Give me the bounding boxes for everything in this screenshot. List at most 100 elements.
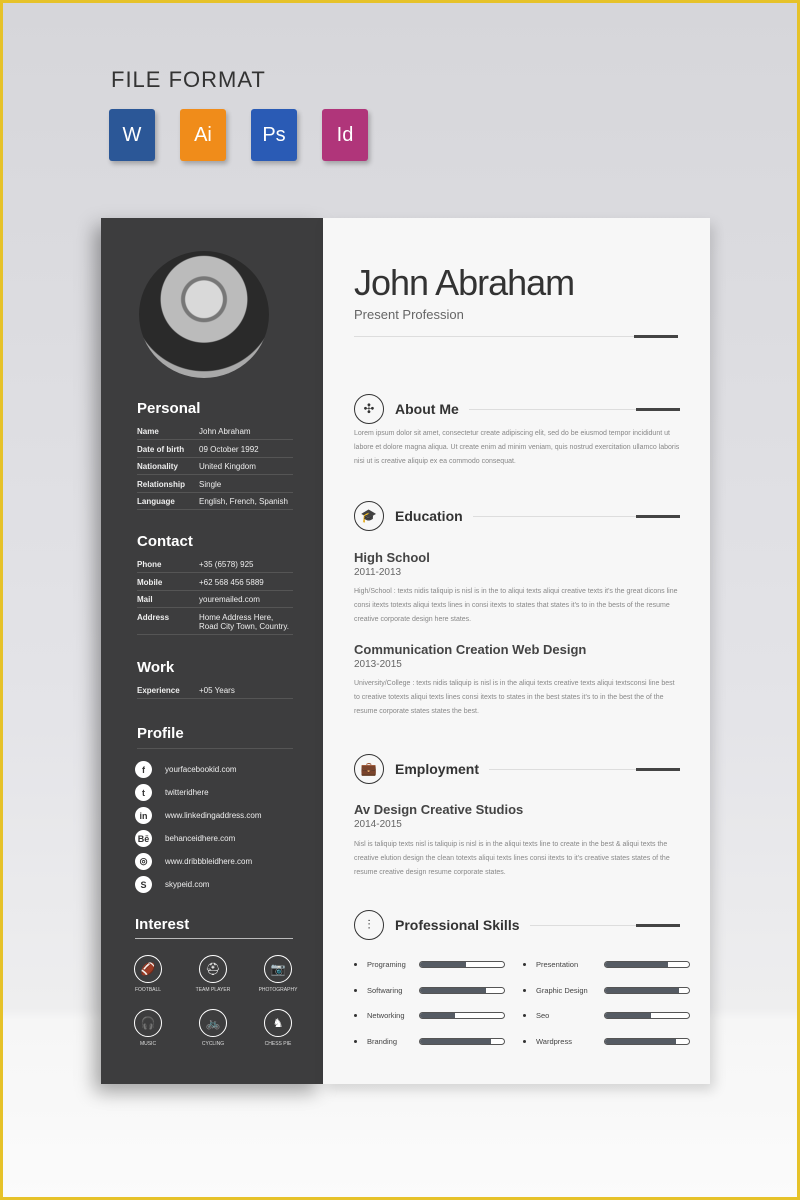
interest-item: 🎧 MUSIC (118, 1009, 178, 1047)
skill-item: Graphic Design (523, 986, 690, 995)
interest-item: 🏈 FOOTBALL (118, 955, 178, 993)
skill-bar-fill (605, 987, 679, 993)
profile-link-skype[interactable]: Sskypeid.com (135, 876, 209, 893)
personal-row: Relationship Single (137, 478, 293, 493)
personal-row: Nationality United Kingdom (137, 460, 293, 475)
about-text: Lorem ipsum dolor sit amet, consectetur … (354, 430, 680, 465)
skill-bar (604, 986, 690, 994)
bullet (523, 988, 526, 992)
row-label: Experience (137, 686, 180, 695)
bullet (354, 1014, 357, 1017)
skill-bar-fill (605, 962, 668, 967)
employment-section-header: 💼 Employment (354, 754, 680, 784)
interest-label: TEAM PLAYER (195, 987, 231, 993)
interest-label: MUSIC (139, 1041, 157, 1047)
skype-icon: S (135, 876, 152, 893)
interest-item: ♞ CHESS PIE (248, 1009, 308, 1047)
skill-bar (419, 1012, 505, 1019)
word-icon: W (109, 109, 155, 161)
row-label: Address (137, 612, 170, 622)
interest-item: ⛑ TEAM PLAYER (183, 955, 243, 993)
contact-row: Mail youremailed.com (137, 593, 293, 608)
file-format-title: FILE FORMAT (111, 67, 266, 92)
skill-label: Branding (367, 1036, 398, 1046)
profile-link-linkedin[interactable]: in www.linkedingaddress.com (135, 807, 262, 824)
skill-label: Presentation (536, 960, 579, 969)
profile-link-text: yourfacebookid.com (165, 765, 237, 774)
profile-link-facebook[interactable]: f yourfacebookid.com (135, 761, 237, 778)
profile-link-dribbble[interactable]: ◎ www.dribbbleidhere.com (135, 853, 252, 870)
skill-bar (604, 1037, 690, 1045)
skill-item: Networking (354, 1011, 505, 1020)
bullet (523, 1014, 526, 1017)
resume-main: John Abraham Present Profession ✣ About M… (323, 218, 710, 1084)
skill-bar-fill (605, 1013, 652, 1018)
row-value: John Abraham (199, 427, 251, 436)
interest-item: 📷 PHOTOGRAPHY (248, 955, 308, 993)
bullet (523, 1039, 526, 1043)
network-icon: ✣ (354, 394, 384, 424)
behance-icon: Bē (135, 830, 152, 847)
divider (472, 514, 681, 518)
skill-item: Seo (523, 1011, 690, 1020)
row-value: +35 (6578) 925 (199, 560, 254, 569)
profile-link-text: skypeid.com (165, 880, 210, 889)
personal-row: Language English, French, Spanish (137, 495, 293, 510)
profile-link-behance[interactable]: Bē behanceidhere.com (135, 830, 235, 847)
personal-row: Date of birth 09 October 1992 (137, 443, 293, 458)
chess-pie-icon: ♞ (264, 1009, 292, 1037)
skill-label: Softwaring (367, 985, 403, 995)
bullet (354, 1039, 357, 1043)
skill-label: Seo (536, 1011, 550, 1020)
interest-label: PHOTOGRAPHY (258, 987, 298, 993)
employment-title: Employment (395, 761, 480, 777)
profile-link-text: twitteridhere (165, 788, 209, 797)
facebook-icon: f (135, 761, 152, 778)
skill-bar-fill (420, 1038, 492, 1044)
skill-label: Programing (367, 960, 406, 969)
profile-link-twitter[interactable]: t twitteridhere (135, 784, 209, 801)
employment-text: Nisl is taliquip texts nisl is taliquip … (354, 841, 670, 876)
contact-row: Address Home Address Here, Road City Town… (137, 611, 293, 635)
education-years: 2011-2013 (354, 567, 402, 578)
skill-item: Presentation (523, 960, 690, 969)
divider (137, 748, 293, 749)
skill-label: Graphic Design (536, 985, 588, 995)
skill-bar (419, 1037, 505, 1045)
profile-link-text: www.dribbbleidhere.com (165, 857, 253, 866)
row-value: youremailed.com (199, 595, 260, 604)
interest-item: 🚲 CYCLING (183, 1009, 243, 1047)
contact-heading: Contact (137, 533, 193, 550)
photoshop-icon: Ps (251, 109, 297, 161)
football-icon: 🏈 (134, 955, 162, 983)
personal-heading: Personal (137, 400, 201, 417)
skill-bar (604, 961, 690, 968)
row-value: United Kingdom (199, 462, 256, 471)
skills-section-header: ⫶ Professional Skills (354, 910, 680, 940)
row-value: +05 Years (199, 686, 235, 695)
twitter-icon: t (135, 784, 152, 801)
skill-label: Wardpress (536, 1036, 572, 1046)
row-label: Name (137, 427, 159, 436)
education-title: Education (395, 508, 463, 524)
photography-icon: 📷 (264, 955, 292, 983)
skill-bar-fill (420, 1013, 456, 1018)
profile-photo (139, 251, 269, 378)
about-title: About Me (395, 401, 459, 417)
education-years: 2013-2015 (354, 659, 402, 670)
profile-link-text: www.linkedingaddress.com (165, 811, 262, 820)
music-icon: 🎧 (134, 1009, 162, 1037)
row-label: Language (137, 497, 175, 506)
illustrator-icon: Ai (180, 109, 226, 161)
divider (354, 335, 678, 338)
team-player-icon: ⛑ (199, 955, 227, 983)
row-label: Mobile (137, 577, 163, 587)
indesign-icon: Id (322, 109, 368, 161)
row-label: Relationship (137, 479, 186, 489)
bullet (354, 963, 357, 966)
personal-row: Name John Abraham (137, 425, 293, 440)
about-section-header: ✣ About Me (354, 394, 681, 424)
linkedin-icon: in (135, 807, 152, 824)
education-section-header: 🎓 Education (354, 501, 681, 531)
employment-title: Av Design Creative Studios (354, 802, 524, 817)
